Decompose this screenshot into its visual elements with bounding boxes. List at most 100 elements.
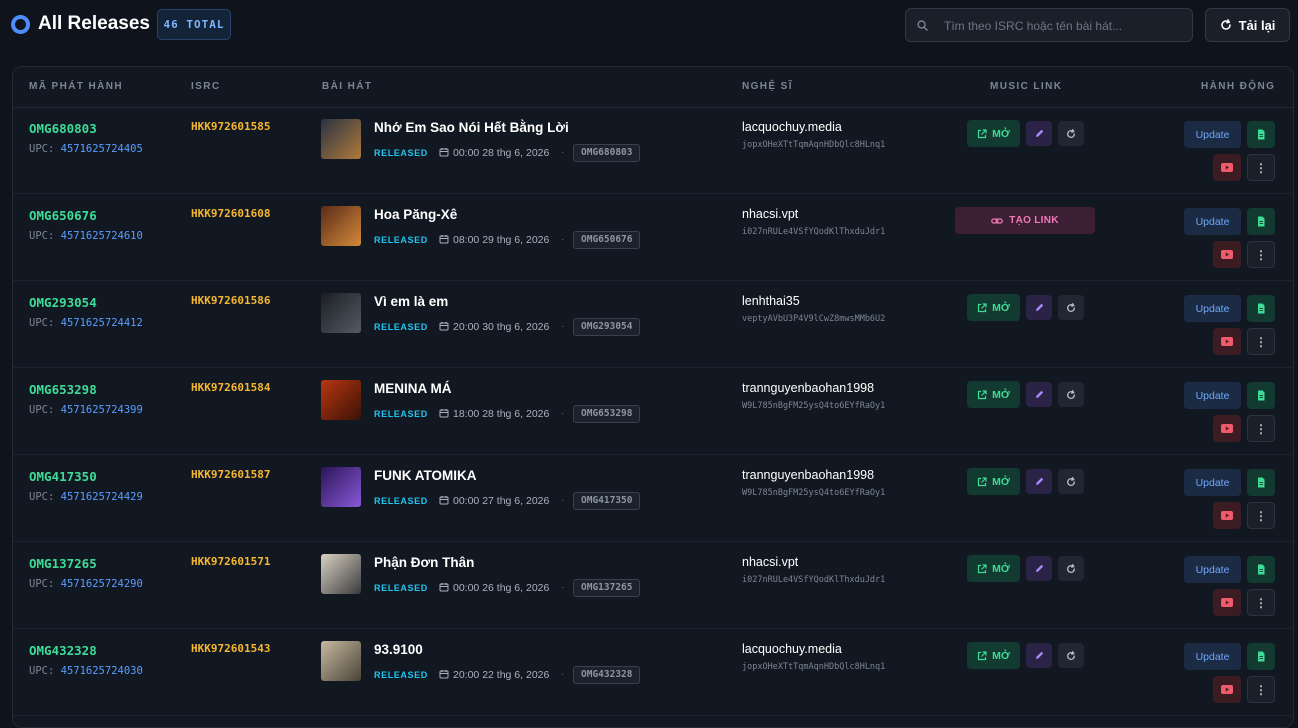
- refresh-link-button[interactable]: [1058, 643, 1084, 668]
- table-header: MÃ PHÁT HÀNH ISRC BÀI HÁT NGHỆ SĨ MUSIC …: [13, 67, 1293, 108]
- document-button[interactable]: [1247, 643, 1275, 670]
- edit-link-button[interactable]: [1026, 295, 1052, 320]
- update-button[interactable]: Update: [1184, 556, 1241, 583]
- open-link-button[interactable]: MỞ: [967, 294, 1020, 321]
- isrc-code: HKK972601543: [191, 642, 271, 655]
- document-button[interactable]: [1247, 208, 1275, 235]
- song-title: 93.9100: [374, 642, 423, 657]
- album-art: [321, 293, 361, 333]
- release-code[interactable]: OMG417350: [29, 469, 97, 484]
- more-options-button[interactable]: ⋮: [1247, 676, 1275, 703]
- update-button[interactable]: Update: [1184, 295, 1241, 322]
- update-button[interactable]: Update: [1184, 382, 1241, 409]
- more-icon: ⋮: [1255, 334, 1267, 349]
- more-options-button[interactable]: ⋮: [1247, 154, 1275, 181]
- edit-link-button[interactable]: [1026, 469, 1052, 494]
- song-title: Vì em là em: [374, 294, 449, 309]
- youtube-button[interactable]: [1213, 676, 1241, 703]
- open-link-button[interactable]: MỞ: [967, 120, 1020, 147]
- youtube-icon: [1221, 424, 1233, 433]
- upc-value[interactable]: 4571625724399: [61, 404, 143, 416]
- release-code[interactable]: OMG653298: [29, 382, 97, 397]
- isrc-code: HKK972601584: [191, 381, 271, 394]
- youtube-button[interactable]: [1213, 328, 1241, 355]
- document-button[interactable]: [1247, 295, 1275, 322]
- pencil-icon: [1035, 129, 1043, 137]
- release-code[interactable]: OMG432328: [29, 643, 97, 658]
- search-box[interactable]: [905, 8, 1193, 43]
- document-button[interactable]: [1247, 121, 1275, 148]
- open-link-button[interactable]: MỞ: [967, 642, 1020, 669]
- update-button[interactable]: Update: [1184, 208, 1241, 235]
- upc-line: UPC: 4571625724429: [29, 491, 143, 503]
- isrc-code: HKK972601608: [191, 207, 271, 220]
- table-row: OMG432328 UPC: 4571625724030 HKK97260154…: [13, 629, 1293, 716]
- release-date: 00:00 28 thg 6, 2026: [453, 147, 550, 159]
- release-code[interactable]: OMG137265: [29, 556, 97, 571]
- document-button[interactable]: [1247, 382, 1275, 409]
- edit-link-button[interactable]: [1026, 556, 1052, 581]
- update-button[interactable]: Update: [1184, 469, 1241, 496]
- refresh-link-button[interactable]: [1058, 295, 1084, 320]
- artist-id: jopxOHeXTtTqmAqnHDbQlc8HLnq1: [742, 662, 886, 672]
- upc-value[interactable]: 4571625724412: [61, 317, 143, 329]
- page-title: All Releases: [38, 13, 150, 34]
- refresh-link-button[interactable]: [1058, 556, 1084, 581]
- release-code-badge: OMG653298: [573, 405, 641, 423]
- create-link-button[interactable]: TẠO LINK: [955, 207, 1095, 234]
- release-date: 00:00 27 thg 6, 2026: [453, 495, 550, 507]
- album-art: [321, 554, 361, 594]
- refresh-link-button[interactable]: [1058, 469, 1084, 494]
- open-link-button[interactable]: MỞ: [967, 381, 1020, 408]
- document-icon: [1258, 564, 1265, 575]
- disc-logo-icon: [11, 15, 30, 34]
- edit-link-button[interactable]: [1026, 382, 1052, 407]
- youtube-button[interactable]: [1213, 415, 1241, 442]
- open-link-button[interactable]: MỞ: [967, 555, 1020, 582]
- more-options-button[interactable]: ⋮: [1247, 589, 1275, 616]
- update-button[interactable]: Update: [1184, 121, 1241, 148]
- more-options-button[interactable]: ⋮: [1247, 241, 1275, 268]
- upc-value[interactable]: 4571625724429: [61, 491, 143, 503]
- update-button[interactable]: Update: [1184, 643, 1241, 670]
- youtube-icon: [1221, 685, 1233, 694]
- release-code[interactable]: OMG650676: [29, 208, 97, 223]
- open-label: MỞ: [992, 649, 1010, 662]
- more-options-button[interactable]: ⋮: [1247, 415, 1275, 442]
- artist-name: nhacsi.vpt: [742, 207, 799, 221]
- refresh-link-button[interactable]: [1058, 382, 1084, 407]
- youtube-button[interactable]: [1213, 154, 1241, 181]
- document-icon: [1258, 216, 1265, 227]
- upc-value[interactable]: 4571625724030: [61, 665, 143, 677]
- upc-line: UPC: 4571625724405: [29, 143, 143, 155]
- table-row: OMG293054 UPC: 4571625724412 HKK97260158…: [13, 281, 1293, 368]
- refresh-link-button[interactable]: [1058, 121, 1084, 146]
- isrc-code: HKK972601586: [191, 294, 271, 307]
- open-link-button[interactable]: MỞ: [967, 468, 1020, 495]
- status-badge: RELEASED: [374, 583, 428, 593]
- release-code[interactable]: OMG293054: [29, 295, 97, 310]
- release-code[interactable]: OMG680803: [29, 121, 97, 136]
- artist-id: jopxOHeXTtTqmAqnHDbQlc8HLnq1: [742, 140, 886, 150]
- youtube-button[interactable]: [1213, 589, 1241, 616]
- edit-link-button[interactable]: [1026, 121, 1052, 146]
- youtube-button[interactable]: [1213, 241, 1241, 268]
- refresh-icon: [1067, 476, 1076, 486]
- more-options-button[interactable]: ⋮: [1247, 502, 1275, 529]
- reload-label: Tải lại: [1238, 17, 1276, 33]
- separator-dot: ·: [561, 669, 565, 680]
- search-input[interactable]: [942, 9, 1186, 43]
- document-button[interactable]: [1247, 469, 1275, 496]
- upc-value[interactable]: 4571625724610: [61, 230, 143, 242]
- upc-value[interactable]: 4571625724290: [61, 578, 143, 590]
- more-icon: ⋮: [1255, 160, 1267, 175]
- youtube-button[interactable]: [1213, 502, 1241, 529]
- album-art: [321, 641, 361, 681]
- edit-link-button[interactable]: [1026, 643, 1052, 668]
- album-art: [321, 119, 361, 159]
- separator-dot: ·: [561, 147, 565, 158]
- more-options-button[interactable]: ⋮: [1247, 328, 1275, 355]
- document-button[interactable]: [1247, 556, 1275, 583]
- upc-value[interactable]: 4571625724405: [61, 143, 143, 155]
- reload-button[interactable]: Tải lại: [1205, 8, 1290, 42]
